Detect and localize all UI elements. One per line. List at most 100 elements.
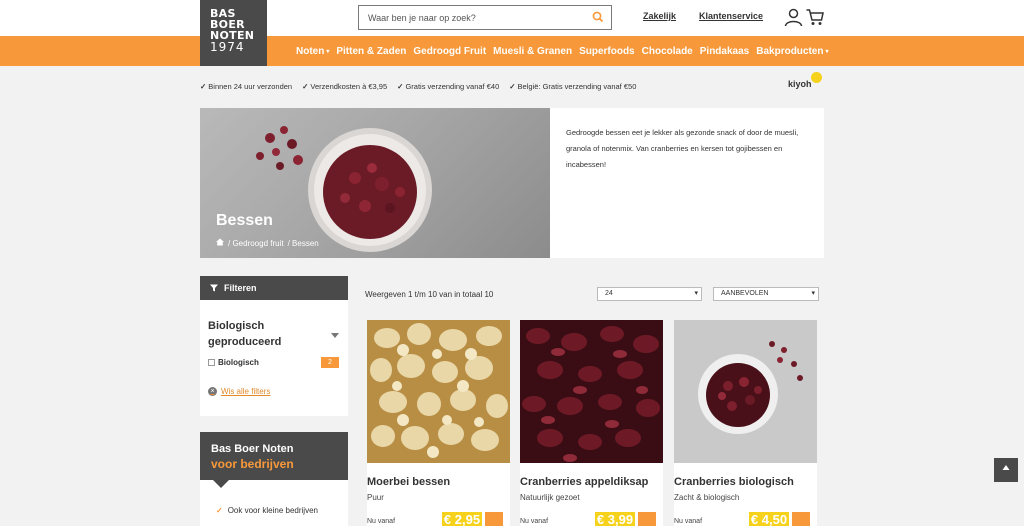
close-icon: × (208, 387, 217, 396)
nav-item-bakproducten[interactable]: Bakproducten ▾ (756, 46, 828, 57)
product-price: € 3,99 (595, 512, 635, 526)
product-name[interactable]: Cranberries appeldiksap (520, 476, 648, 488)
nav-label: Superfoods (579, 45, 635, 57)
check-icon: ✓ (302, 81, 309, 91)
usp-item: ✓ België: Gratis verzending vanaf €50 (509, 82, 636, 91)
nav-label: Chocolade (641, 45, 693, 57)
usp-label: Gratis verzending vanaf €40 (405, 81, 500, 91)
business-promo-subtitle: voor bedrijven (211, 457, 294, 471)
sort-select[interactable]: AANBEVOLEN ▾ (713, 287, 819, 301)
product-subtitle: Natuurlijk gezoet (520, 493, 580, 502)
nav-label: Gedroogd Fruit (413, 45, 487, 57)
search-box (358, 5, 612, 30)
facet-count-badge: 2 (321, 357, 339, 368)
page-title: Bessen (216, 212, 273, 229)
per-page-select[interactable]: 24 ▾ (597, 287, 702, 301)
usp-label: Binnen 24 uur verzonden (208, 81, 293, 91)
filter-panel: Biologisch geproduceerd Biologisch 2 × W… (200, 300, 348, 416)
customer-service-link[interactable]: Klantenservice (699, 11, 763, 21)
nav-item-pindakaas[interactable]: Pindakaas (700, 46, 749, 57)
business-promo-header[interactable]: Bas Boer Noten voor bedrijven (200, 432, 348, 480)
home-icon[interactable] (216, 238, 224, 248)
per-page-value: 24 (605, 290, 613, 297)
product-name[interactable]: Cranberries biologisch (674, 476, 794, 488)
product-name[interactable]: Moerbei bessen (367, 476, 450, 488)
arrow-up-icon (1002, 465, 1010, 470)
nav-label: Pindakaas (699, 45, 750, 57)
filter-icon (210, 284, 218, 292)
usp-label: Verzendkosten à €3,95 (310, 81, 388, 91)
usp-label: België: Gratis verzending vanaf €50 (517, 81, 637, 91)
product-price: € 2,95 (442, 512, 482, 526)
usp-item: ✓ Gratis verzending vanaf €40 (397, 82, 499, 91)
main-nav-bar: Noten ▾ Pitten & Zaden Gedroogd Fruit Mue… (0, 36, 1024, 66)
nav-item-noten[interactable]: Noten ▾ (296, 46, 329, 57)
product-image[interactable] (674, 320, 817, 463)
product-card[interactable]: Moerbei bessen Puur Nu vanaf € 2,95 (367, 320, 510, 526)
nav-label: Pitten & Zaden (336, 45, 407, 57)
facet-checkbox[interactable] (208, 359, 215, 366)
logo-year: 1974 (210, 40, 245, 54)
add-to-cart-button[interactable] (485, 512, 503, 526)
chevron-down-icon: ▾ (825, 48, 829, 55)
check-icon: ✓ (509, 81, 516, 91)
cart-icon[interactable] (806, 9, 824, 31)
nav-item-superfoods[interactable]: Superfoods (579, 46, 635, 57)
nav-label: Bakproducten (756, 45, 824, 57)
chevron-down-icon: ▾ (694, 290, 698, 297)
price-prefix: Nu vanaf (674, 518, 703, 525)
product-subtitle: Puur (367, 493, 384, 502)
add-to-cart-button[interactable] (638, 512, 656, 526)
usp-bar: ✓ Binnen 24 uur verzonden ✓ Verzendkosten … (200, 80, 646, 92)
product-card[interactable]: Cranberries biologisch Zacht & biologisc… (674, 320, 817, 526)
chevron-down-icon: ▾ (326, 48, 330, 55)
add-to-cart-button[interactable] (792, 512, 810, 526)
category-hero-image (200, 108, 550, 258)
chevron-down-icon: ▾ (811, 290, 815, 297)
business-promo-bullet-label: Ook voor kleine bedrijven (227, 506, 318, 515)
logo[interactable]: BAS BOER NOTEN 1974 (200, 0, 267, 66)
business-promo-bullet: ✓ Ook voor kleine bedrijven (216, 506, 318, 515)
search-input[interactable] (359, 6, 579, 29)
result-count: Weergeven 1 t/m 10 van in totaal 10 (365, 290, 494, 299)
price-prefix: Nu vanaf (520, 518, 549, 525)
product-image[interactable] (367, 320, 510, 463)
nav-item-pitten-zaden[interactable]: Pitten & Zaden (336, 46, 406, 57)
product-card[interactable]: Cranberries appeldiksap Natuurlijk gezoe… (520, 320, 663, 526)
nav-label: Noten (296, 45, 325, 57)
business-promo-arrow (213, 480, 229, 488)
main-nav: Noten ▾ Pitten & Zaden Gedroogd Fruit Mue… (296, 36, 835, 66)
scroll-to-top-button[interactable] (994, 458, 1018, 482)
product-image[interactable] (520, 320, 663, 463)
product-price: € 4,50 (749, 512, 789, 526)
usp-item: ✓ Verzendkosten à €3,95 (302, 82, 387, 91)
business-promo-title: Bas Boer Noten (211, 443, 294, 455)
breadcrumb: / Gedroogd fruit / Bessen (216, 238, 323, 248)
check-icon: ✓ (397, 81, 404, 91)
facet-biologisch[interactable]: Biologisch (208, 358, 259, 367)
user-icon[interactable] (784, 8, 803, 32)
search-icon[interactable] (591, 10, 605, 24)
business-link[interactable]: Zakelijk (643, 11, 676, 21)
clear-filters-label: Wis alle filters (221, 387, 271, 396)
filter-group-title[interactable]: Biologisch geproduceerd (208, 318, 308, 350)
price-prefix: Nu vanaf (367, 518, 396, 525)
breadcrumb-item-gedroogd-fruit[interactable]: / Gedroogd fruit (228, 239, 284, 248)
kiyoh-check-icon (811, 72, 822, 83)
category-description: Gedroogde bessen eet je lekker als gezon… (550, 108, 824, 258)
breadcrumb-item-bessen: / Bessen (287, 238, 319, 248)
clear-filters-link[interactable]: × Wis alle filters (208, 387, 270, 396)
check-icon: ✓ (200, 81, 207, 91)
nav-item-chocolade[interactable]: Chocolade (642, 46, 693, 57)
nav-item-gedroogd-fruit[interactable]: Gedroogd Fruit (413, 46, 486, 57)
chevron-down-icon[interactable] (331, 333, 339, 338)
filter-header-label: Filteren (224, 283, 257, 293)
usp-item: ✓ Binnen 24 uur verzonden (200, 82, 292, 91)
kiyoh-logo[interactable]: kiyoh (788, 79, 812, 89)
sort-value: AANBEVOLEN (721, 290, 769, 297)
nav-item-muesli-granen[interactable]: Muesli & Granen (493, 46, 572, 57)
filter-header: Filteren (200, 276, 348, 300)
nav-label: Muesli & Granen (493, 45, 573, 57)
check-icon: ✓ (216, 506, 223, 515)
product-subtitle: Zacht & biologisch (674, 493, 740, 502)
